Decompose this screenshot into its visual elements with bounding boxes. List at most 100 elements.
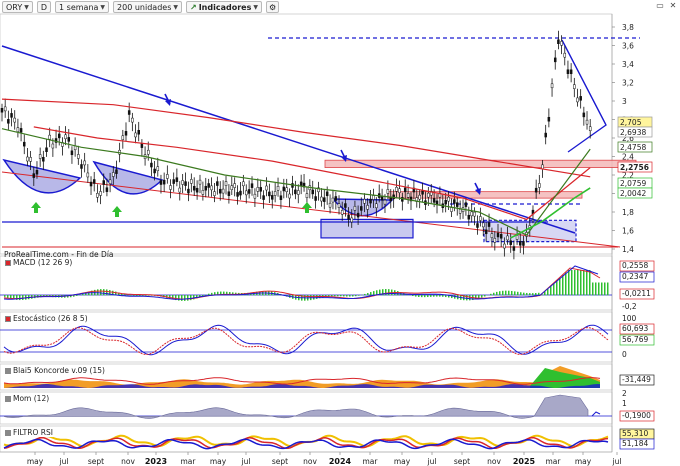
candle-body (169, 185, 172, 190)
price-chart: 3,83,63,43,232,82,62,42,221,81,61,42,705… (0, 13, 655, 466)
candle-body (140, 143, 144, 148)
candle-body (210, 185, 213, 191)
candle-body (360, 206, 363, 211)
macd-histogram-bar (187, 295, 189, 301)
candle-body (279, 195, 283, 200)
macd-histogram-bar (103, 289, 105, 296)
macd-histogram-bar (100, 289, 102, 296)
buy-signal-arrow-shaft (115, 212, 119, 217)
candle-body (218, 188, 222, 194)
candle-body (432, 198, 436, 203)
candle-body (334, 196, 338, 201)
price-tag-label: 2,0759 (620, 179, 646, 188)
candle-body (569, 69, 573, 75)
price-tag-label: 2,2756 (620, 163, 649, 172)
candle-body (314, 196, 317, 201)
x-month-label: nov (121, 457, 135, 466)
candle-body (386, 189, 390, 194)
candle-body (45, 147, 48, 152)
candle-body (450, 207, 453, 212)
candle-body (127, 110, 131, 115)
candle-body (383, 199, 387, 205)
indicator-value-label: 60,693 (622, 324, 648, 333)
candle-body (242, 181, 245, 187)
candle-body (7, 119, 10, 124)
candle-body (190, 179, 193, 184)
candle-body (121, 135, 125, 141)
indicator-panel-title[interactable]: Blai5 Koncorde v.09 (15) (3, 366, 107, 375)
macd-histogram-bar (499, 291, 501, 296)
macd-histogram-bar (526, 292, 528, 296)
macd-histogram-bar (598, 282, 600, 296)
candle-body (156, 166, 160, 171)
macd-histogram-bar (418, 295, 420, 297)
candle-body (403, 187, 407, 193)
indicator-value-label: 51,184 (622, 439, 648, 448)
candle-body (499, 234, 503, 239)
macd-histogram-bar (427, 295, 429, 298)
candle-body (42, 157, 45, 162)
candle-body (464, 202, 468, 207)
candle-body (320, 196, 323, 202)
candle-body (262, 195, 265, 200)
macd-histogram-bar (79, 294, 81, 296)
candle-body (509, 240, 512, 245)
candle-body (398, 188, 401, 193)
indicator-panel-title[interactable]: MACD (12 26 9) (3, 258, 75, 267)
candle-body (67, 137, 71, 142)
indicator-value-label: 56,769 (622, 335, 648, 344)
x-month-label: may (27, 457, 44, 466)
price-tick-label: 3,6 (622, 42, 634, 51)
indicator-panel-title[interactable]: FILTRO RSI (3, 428, 55, 437)
candle-body (250, 183, 254, 188)
candle-body (288, 193, 291, 199)
candle-body (273, 191, 277, 196)
macd-histogram-bar (364, 293, 366, 296)
macd-histogram-bar (517, 291, 519, 296)
candle-body (137, 129, 140, 135)
macd-histogram-bar (553, 283, 555, 296)
candle-body (271, 195, 274, 200)
candle-body (353, 206, 357, 211)
candle-body (311, 189, 314, 195)
candle-body (493, 238, 497, 243)
macd-histogram-bar (421, 295, 423, 298)
macd-histogram-bar (181, 295, 183, 301)
candle-body (579, 96, 582, 101)
indicator-panel-frame (0, 391, 613, 425)
candle-body (470, 211, 473, 217)
x-month-label: nov (303, 457, 317, 466)
macd-histogram-bar (19, 295, 21, 301)
price-tag-label: 2,4758 (620, 143, 646, 152)
indicator-panel-frame (0, 255, 613, 311)
macd-histogram-bar (7, 295, 9, 298)
candle-body (455, 202, 459, 207)
candle-body (253, 193, 257, 199)
macd-histogram-bar (331, 295, 333, 297)
price-tag-label: 2,705 (620, 118, 642, 127)
macd-histogram-bar (388, 289, 390, 296)
macd-histogram-bar (346, 295, 348, 297)
candle-body (479, 216, 482, 221)
macd-histogram-bar (550, 286, 552, 296)
macd-histogram-bar (145, 295, 147, 296)
buy-signal-arrow-shaft (34, 208, 38, 213)
candle-body (207, 183, 210, 188)
indicator-panel-frame (0, 425, 613, 453)
candle-body (395, 187, 398, 192)
indicator-panel-title[interactable]: Mom (12) (3, 394, 52, 403)
macd-histogram-bar (106, 289, 108, 296)
indicator-panel-title[interactable]: Estocástico (26 8 5) (3, 314, 90, 323)
macd-histogram-bar (568, 270, 570, 296)
candle-body (427, 192, 430, 198)
candle-body (51, 143, 55, 149)
candle-body (406, 193, 410, 198)
candle-body (547, 116, 551, 122)
macd-histogram-bar (76, 295, 78, 296)
macd-histogram-bar (352, 295, 354, 297)
candle-body (369, 198, 372, 204)
candle-body (201, 190, 205, 195)
candle-body (490, 233, 494, 238)
macd-histogram-bar (559, 277, 561, 296)
candle-body (453, 199, 456, 204)
